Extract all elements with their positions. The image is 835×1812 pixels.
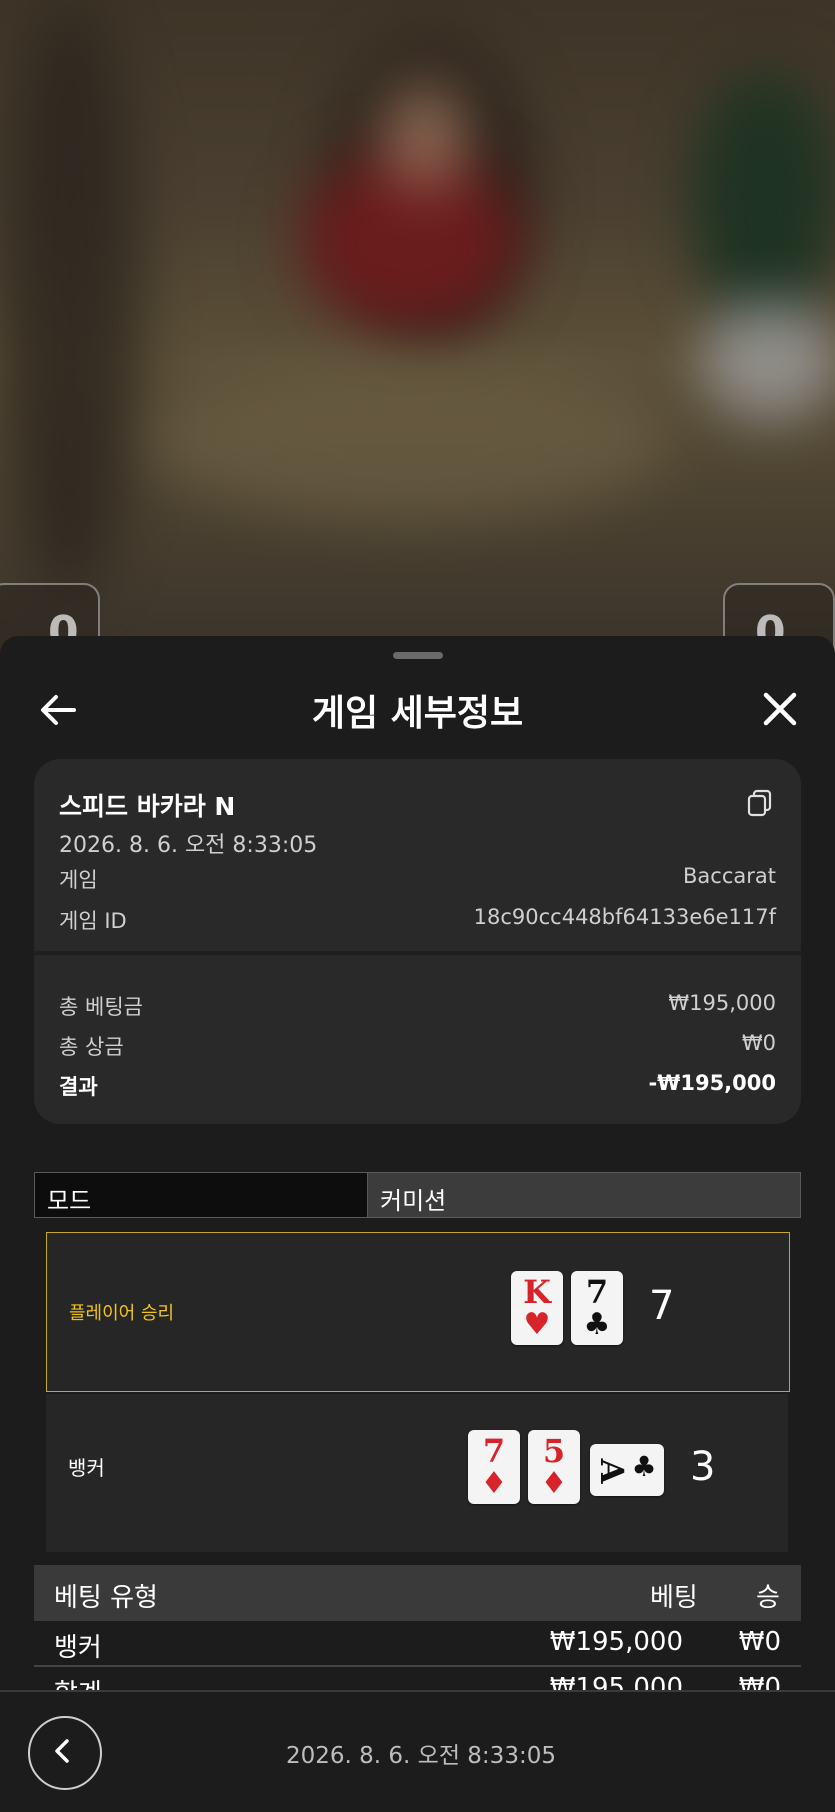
- diamond-suit-icon: ♦: [540, 1466, 568, 1501]
- diamond-suit-icon: ♦: [480, 1466, 508, 1501]
- banker-hand: 뱅커 7 ♦ 5 ♦ A ♣ 3: [46, 1394, 788, 1552]
- commission-cell: 커미션: [367, 1172, 801, 1218]
- mode-label: 모드: [47, 1187, 92, 1215]
- bet-table-header: 베팅 유형 베팅 승: [34, 1565, 801, 1621]
- live-video-background: 0 0: [0, 0, 835, 660]
- result-row: 결과 -₩195,000: [59, 1071, 776, 1101]
- mode-label-cell: 모드: [34, 1172, 368, 1218]
- copy-icon[interactable]: [747, 789, 773, 817]
- bet-amount-header: 베팅: [650, 1583, 698, 1613]
- game-id-row: 게임 ID 18c90cc448bf64133e6e117f: [59, 905, 776, 935]
- game-id-label: 게임 ID: [59, 909, 127, 933]
- previous-button[interactable]: [28, 1716, 102, 1790]
- card-rank: 7: [482, 1432, 506, 1470]
- playing-card: 7 ♦: [468, 1430, 520, 1504]
- banker-score: 3: [690, 1444, 716, 1490]
- card-divider: [34, 951, 801, 955]
- total-bet-row: 총 베팅금 ₩195,000: [59, 991, 776, 1021]
- bottom-nav-bar: 2026. 8. 6. 오전 8:33:05: [0, 1690, 835, 1812]
- game-summary-card: 스피드 바카라 N 2026. 8. 6. 오전 8:33:05 게임 Bacc…: [34, 759, 801, 1124]
- player-hand-label: 플레이어 승리: [69, 1303, 175, 1324]
- close-icon[interactable]: [761, 690, 799, 728]
- playing-card: 5 ♦: [528, 1430, 580, 1504]
- playing-card: K ♥: [511, 1271, 563, 1345]
- playing-card-rotated: A ♣: [590, 1444, 664, 1496]
- card-rank: 5: [542, 1432, 566, 1470]
- mode-commission-bar: 모드 커미션: [34, 1172, 801, 1218]
- total-win-row: 총 상금 ₩0: [59, 1031, 776, 1061]
- win-amount-header: 승: [756, 1583, 780, 1613]
- game-datetime: 2026. 8. 6. 오전 8:33:05: [59, 833, 318, 858]
- total-win-label: 총 상금: [59, 1035, 124, 1059]
- page-title: 게임 세부정보: [311, 693, 524, 734]
- club-suit-icon: ♣: [583, 1307, 611, 1342]
- commission-label: 커미션: [380, 1187, 447, 1215]
- footer-datetime: 2026. 8. 6. 오전 8:33:05: [286, 1743, 556, 1769]
- total-win-value: ₩0: [741, 1031, 776, 1055]
- result-value: -₩195,000: [648, 1071, 776, 1095]
- club-suit-icon: ♣: [631, 1450, 657, 1483]
- card-rank: K: [523, 1273, 551, 1311]
- player-hand: 플레이어 승리 K ♥ 7 ♣ 7: [46, 1232, 790, 1392]
- win-amount-cell: ₩0: [738, 1627, 781, 1657]
- bet-type-header: 베팅 유형: [54, 1583, 158, 1613]
- sheet-header: 게임 세부정보: [0, 672, 835, 744]
- table-row: 뱅커 ₩195,000 ₩0: [34, 1621, 801, 1667]
- player-score: 7: [649, 1283, 675, 1329]
- drag-handle[interactable]: [393, 652, 443, 659]
- playing-card: 7 ♣: [571, 1271, 623, 1345]
- heart-suit-icon: ♥: [523, 1307, 551, 1342]
- total-bet-value: ₩195,000: [668, 991, 776, 1015]
- game-id-value: 18c90cc448bf64133e6e117f: [473, 905, 776, 929]
- bet-amount-cell: ₩195,000: [549, 1627, 683, 1657]
- total-bet-label: 총 베팅금: [59, 995, 143, 1019]
- card-rank: A: [593, 1458, 631, 1484]
- result-label: 결과: [59, 1075, 98, 1099]
- card-rank: 7: [585, 1273, 609, 1311]
- game-type-value: Baccarat: [683, 864, 776, 888]
- bet-type-cell: 뱅커: [54, 1633, 102, 1663]
- game-type-label: 게임: [59, 868, 98, 892]
- game-name: 스피드 바카라 N: [59, 792, 236, 821]
- banker-hand-label: 뱅커: [68, 1456, 105, 1480]
- game-type-row: 게임 Baccarat: [59, 864, 776, 894]
- chevron-left-icon: [55, 1739, 69, 1763]
